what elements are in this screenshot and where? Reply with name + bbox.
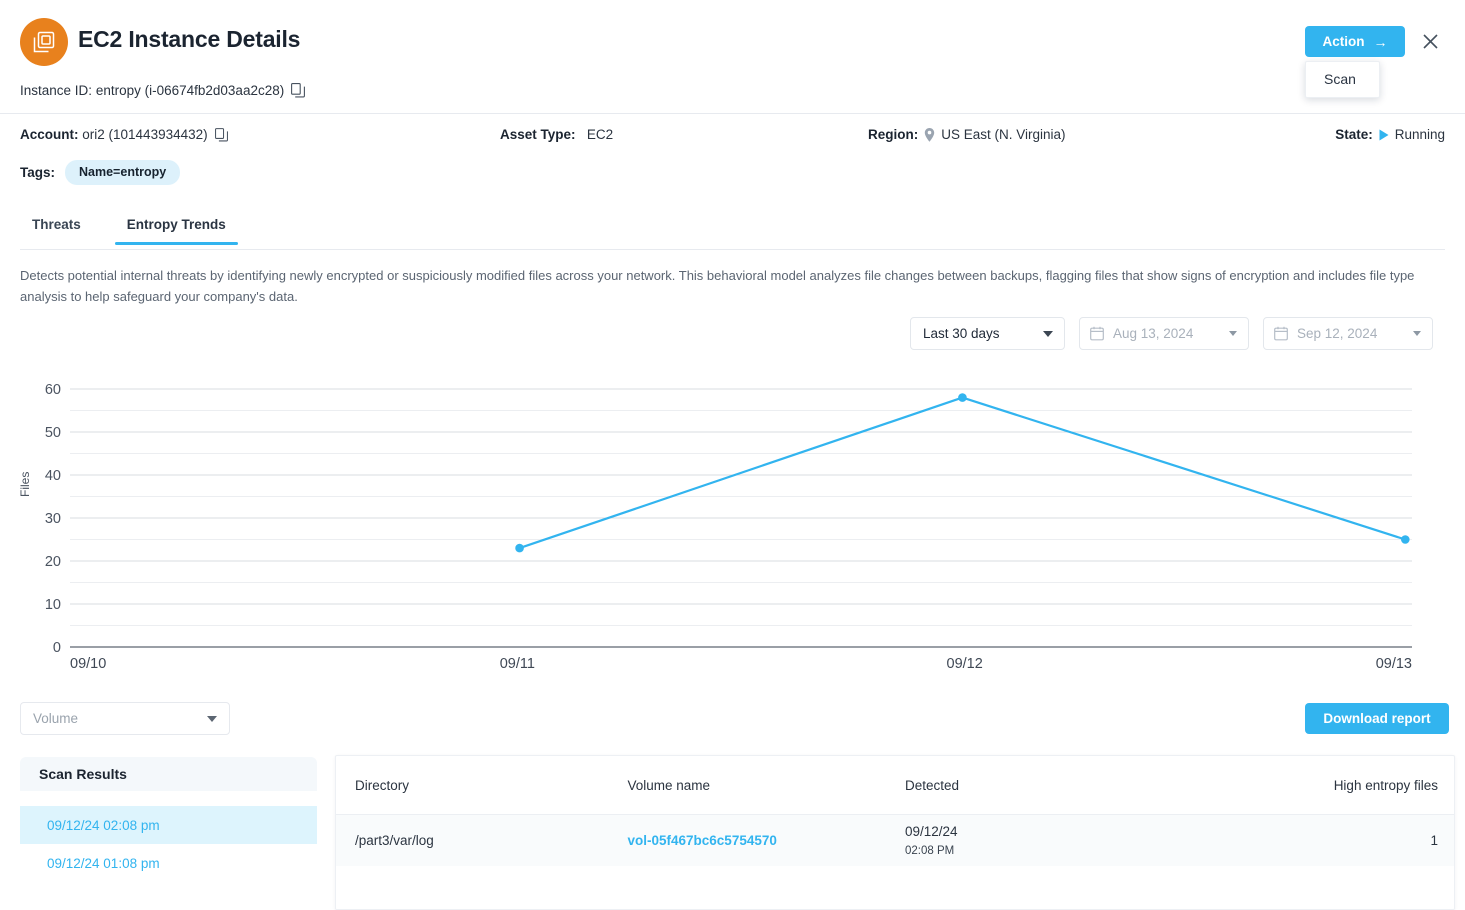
svg-text:09/13: 09/13 [1376,656,1412,670]
date-range-select[interactable]: Last 30 days [910,317,1065,350]
copy-icon[interactable] [291,83,306,98]
volume-select-placeholder: Volume [33,711,79,726]
action-button[interactable]: Action → [1305,26,1405,57]
chart-canvas: 0 10 20 30 40 50 60 09/10 09/11 09/12 09/13 [45,382,1412,670]
copy-icon-account[interactable] [214,127,228,142]
svg-text:09/10: 09/10 [70,656,106,670]
column-header-directory: Directory [355,777,410,793]
svg-text:10: 10 [45,597,61,613]
cell-detected: 09/12/24 02:08 PM [905,824,1234,857]
download-report-button[interactable]: Download report [1305,703,1449,734]
calendar-icon [1090,326,1104,341]
ec2-chip-icon [20,18,68,66]
table-header-row: Directory Volume name Detected High entr… [336,756,1454,815]
region-meta: Region: US East (N. Virginia) [868,127,1066,142]
filter-controls: Last 30 days Aug 13, 2024 Sep 12, 2024 [910,317,1433,350]
ec2-instance-details-page: EC2 Instance Details Action → Scan Insta… [0,0,1465,910]
description-text: Detects potential internal threats by id… [20,268,1415,304]
chevron-down-icon-from [1229,331,1237,336]
volume-select[interactable]: Volume [20,702,230,735]
to-date-input[interactable]: Sep 12, 2024 [1263,317,1433,350]
instance-id-label: Instance ID: [20,83,93,98]
scan-results-table: Directory Volume name Detected High entr… [335,755,1455,910]
chevron-down-icon-to [1413,331,1421,336]
list-item[interactable]: 09/12/24 01:08 pm [20,844,317,882]
svg-text:09/11: 09/11 [500,656,535,670]
svg-text:60: 60 [45,382,61,398]
from-date-input[interactable]: Aug 13, 2024 [1079,317,1249,350]
account-label: Account: [20,127,79,142]
state-label: State: [1335,127,1373,142]
calendar-icon-to [1274,326,1288,341]
play-triangle-icon [1379,129,1389,141]
svg-text:20: 20 [45,554,61,570]
tab-threats[interactable]: Threats [20,214,93,245]
date-range-value: Last 30 days [923,326,1000,341]
header-divider [0,113,1465,114]
location-pin-icon [924,127,935,142]
detected-time: 02:08 PM [904,845,955,857]
page-header: EC2 Instance Details Action → Scan Insta… [0,0,1465,114]
scan-results-panel: Scan Results 09/12/24 02:08 pm 09/12/24 … [20,757,317,882]
close-icon[interactable] [1418,29,1442,53]
instance-id-row: Instance ID: entropy (i-06674fb2d03aa2c2… [20,83,306,98]
svg-text:40: 40 [45,468,61,484]
column-header-volume-name: Volume name [627,777,711,793]
region-value: US East (N. Virginia) [941,127,1066,142]
page-title: EC2 Instance Details [78,26,301,52]
instance-name: entropy [95,83,141,98]
tab-entropy-trends[interactable]: Entropy Trends [114,214,238,245]
svg-text:09/12: 09/12 [947,656,983,670]
svg-text:0: 0 [53,640,61,656]
svg-text:30: 30 [45,511,61,527]
column-header-detected: Detected [904,777,960,793]
entropy-trend-chart: 0 10 20 30 40 50 60 09/10 09/11 09/12 09/13 [0,370,1465,670]
column-header-high-entropy-files: High entropy files [1333,777,1438,793]
tags-row: Tags: Name=entropy [20,160,181,185]
table-empty-space [336,866,1454,909]
asset-type-meta: Asset Type: EC2 [500,127,613,142]
list-item[interactable]: 09/12/24 02:08 pm [20,806,317,844]
cell-volume-name-link[interactable]: vol-05f467bc6c5754570 [628,833,777,848]
asset-type-label: Asset Type: [500,127,576,142]
tab-bar-rule [20,249,1445,250]
tag-chip[interactable]: Name=entropy [65,160,181,185]
table-row[interactable]: /part3/var/log vol-05f467bc6c5754570 09/… [336,815,1454,866]
chevron-down-icon-volume [207,715,217,722]
asset-type-value: EC2 [586,127,614,142]
scan-results-title: Scan Results [20,757,317,791]
account-value: ori2 (101443934432) [82,127,208,142]
cell-directory: /part3/var/log [355,833,434,848]
status-badge: Running [1394,127,1445,142]
cell-high-entropy-files: 1 [1430,833,1438,848]
arrow-right-icon: → [1373,33,1388,50]
svg-text:50: 50 [45,425,61,441]
state-meta: State: Running [1335,127,1445,142]
tab-bar: Threats Entropy Trends [20,214,1445,250]
instance-id-value: (i-06674fb2d03aa2c28) [144,83,285,98]
menu-item-scan[interactable]: Scan [1306,68,1379,90]
region-label: Region: [868,127,919,142]
detected-date: 09/12/24 [904,824,958,839]
account-meta: Account: ori2 (101443934432) [20,127,228,142]
action-button-label: Action [1322,34,1365,49]
action-dropdown-menu: Scan [1305,61,1380,98]
chevron-down-icon [1043,330,1053,337]
to-date-value: Sep 12, 2024 [1297,326,1378,341]
tags-label: Tags: [20,165,56,180]
from-date-value: Aug 13, 2024 [1113,326,1194,341]
